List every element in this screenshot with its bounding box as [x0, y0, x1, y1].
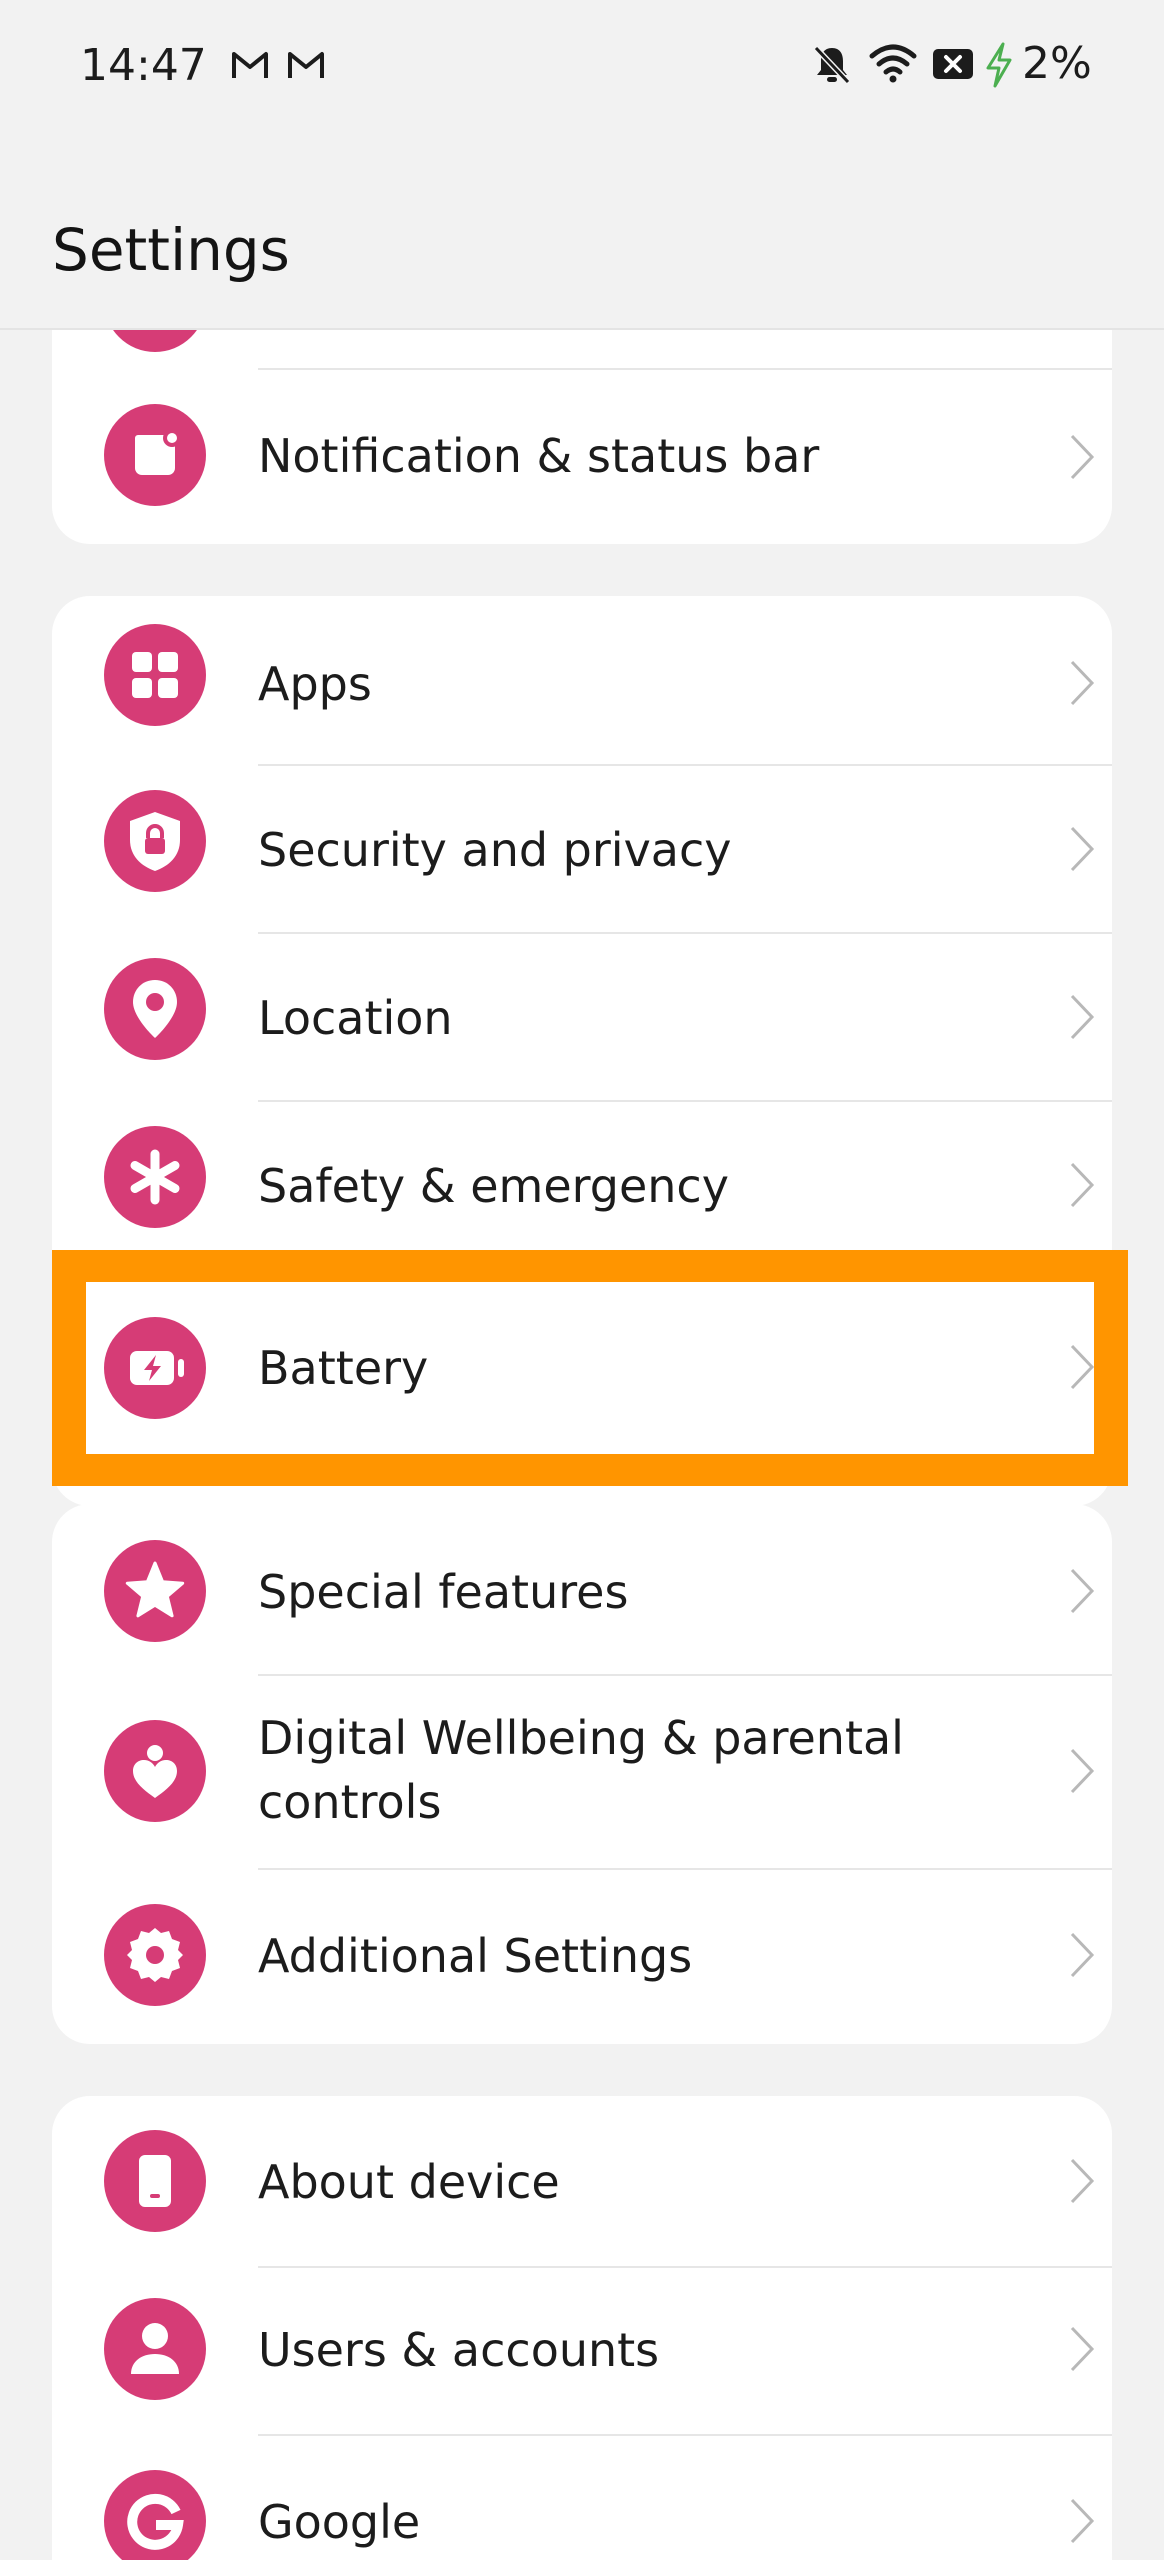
settings-item-label: Google: [258, 2495, 421, 2549]
settings-item-label: Apps: [258, 657, 372, 711]
battery-icon: [104, 1317, 206, 1419]
settings-item-digital-wellbeing[interactable]: Digital Wellbeing & parental controls: [52, 1676, 1112, 1868]
chevron-right-icon: [1070, 2498, 1095, 2544]
settings-item-label: Notification & status bar: [258, 429, 820, 483]
settings-item-label: Special features: [258, 1565, 629, 1619]
phone-icon: [104, 2130, 206, 2232]
heart-person-icon: [104, 1720, 206, 1822]
chevron-right-icon: [1070, 434, 1095, 480]
battery-percent: 2%: [1022, 38, 1092, 89]
page-title: Settings: [52, 216, 290, 284]
shield-lock-icon: [104, 790, 206, 892]
settings-item-special-features[interactable]: Special features: [52, 1504, 1112, 1674]
status-time: 14:47: [80, 40, 207, 91]
star-icon: [104, 1540, 206, 1642]
gmail-icon: [230, 50, 270, 84]
gmail-icon: [286, 50, 326, 84]
chevron-right-icon: [1070, 1162, 1095, 1208]
x-badge-icon: [932, 48, 974, 84]
chevron-right-icon: [1070, 1932, 1095, 1978]
settings-item-label: Location: [258, 991, 453, 1045]
settings-item-label: Digital Wellbeing & parental controls: [258, 1711, 904, 1829]
settings-item-label: Additional Settings: [258, 1929, 693, 1983]
settings-list[interactable]: Notification & status bar Apps Security …: [0, 330, 1164, 2560]
user-icon: [104, 2298, 206, 2400]
partial-item-icon: [104, 330, 206, 352]
settings-item-label: Security and privacy: [258, 823, 732, 877]
settings-item-label: Safety & emergency: [258, 1159, 729, 1213]
chevron-right-icon: [1070, 1748, 1095, 1794]
status-bar: 14:47 2%: [0, 0, 1164, 130]
settings-item-notification-status-bar[interactable]: Notification & status bar: [52, 370, 1112, 544]
google-icon: [104, 2470, 206, 2560]
settings-item-label: Battery: [258, 1341, 429, 1395]
chevron-right-icon: [1070, 994, 1095, 1040]
settings-item-safety-emergency[interactable]: Safety & emergency: [52, 1102, 1112, 1268]
chevron-right-icon: [1070, 1568, 1095, 1614]
settings-item-battery[interactable]: Battery: [52, 1282, 1112, 1454]
chevron-right-icon: [1070, 2158, 1095, 2204]
settings-item-google[interactable]: Google: [52, 2436, 1112, 2560]
notification-icon: [104, 404, 206, 506]
settings-item-additional-settings[interactable]: Additional Settings: [52, 1870, 1112, 2044]
charging-bolt-icon: [984, 42, 1014, 92]
apps-grid-icon: [104, 624, 206, 726]
settings-item-security-and-privacy[interactable]: Security and privacy: [52, 766, 1112, 932]
settings-group: Notification & status bar: [52, 330, 1112, 544]
location-pin-icon: [104, 958, 206, 1060]
chevron-right-icon: [1070, 660, 1095, 706]
chevron-right-icon: [1070, 2326, 1095, 2372]
settings-item-location[interactable]: Location: [52, 934, 1112, 1100]
gear-icon: [104, 1904, 206, 2006]
settings-item-users-accounts[interactable]: Users & accounts: [52, 2268, 1112, 2434]
muted-bell-icon: [812, 44, 852, 90]
asterisk-icon: [104, 1126, 206, 1228]
settings-group: Special features Digital Wellbeing & par…: [52, 1504, 1112, 2044]
chevron-right-icon: [1070, 826, 1095, 872]
chevron-right-icon: [1070, 1344, 1095, 1390]
settings-item-label: Users & accounts: [258, 2323, 660, 2377]
settings-item-apps[interactable]: Apps: [52, 596, 1112, 764]
settings-group: About device Users & accounts Google: [52, 2096, 1112, 2560]
settings-item-about-device[interactable]: About device: [52, 2096, 1112, 2266]
wifi-icon: [868, 42, 918, 88]
settings-item-label: About device: [258, 2155, 560, 2209]
